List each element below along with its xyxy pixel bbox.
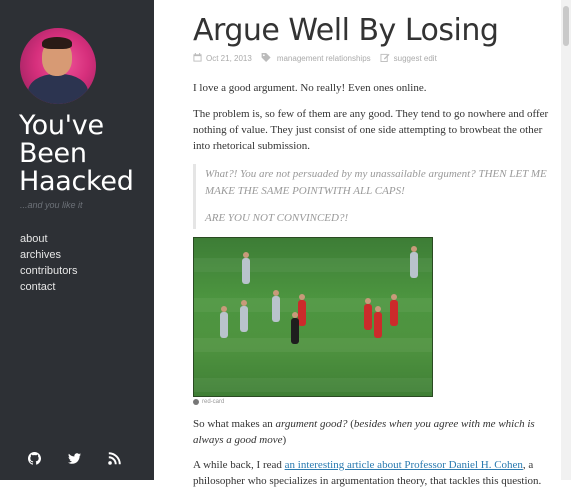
github-icon[interactable] [28, 452, 41, 465]
text-span: So what makes an [193, 418, 276, 430]
cohen-article-link[interactable]: an interesting article about Professor D… [285, 459, 523, 471]
player-figure [390, 294, 398, 326]
post-paragraph-2: The problem is, so few of them are any g… [193, 108, 549, 152]
text-span: A while back, I read [193, 459, 285, 471]
site-tagline: ...and you like it [20, 200, 83, 210]
emphasis-text: argument good? [275, 418, 348, 430]
twitter-icon[interactable] [68, 452, 81, 465]
player-figure [364, 298, 372, 330]
post-paragraph-1: I love a good argument. No really! Even … [193, 82, 427, 94]
post-tags[interactable]: management relationships [277, 54, 371, 63]
image-caption: red-card [193, 399, 561, 405]
player-figure [291, 312, 299, 344]
post-date: Oct 21, 2013 [206, 54, 252, 63]
player-figure [272, 290, 280, 322]
social-links [28, 452, 121, 465]
player-figure [298, 294, 306, 326]
sidebar: You've Been Haacked ...and you like it a… [0, 0, 154, 480]
post-paragraph-3: So what makes an argument good? (besides… [193, 416, 561, 448]
post-content: Argue Well By Losing Oct 21, 2013 manage… [193, 0, 561, 489]
edit-icon [380, 53, 390, 64]
player-figure [242, 252, 250, 284]
scrollbar-thumb[interactable] [563, 6, 569, 46]
creative-commons-icon [193, 399, 199, 405]
suggest-edit-link[interactable]: suggest edit [394, 54, 437, 63]
post-blockquote: What?! You are not persuaded by my unass… [193, 164, 561, 229]
avatar[interactable] [20, 28, 96, 104]
calendar-icon [193, 53, 202, 64]
rss-icon[interactable] [108, 452, 121, 465]
nav-item-contact[interactable]: contact [20, 279, 77, 295]
player-figure [240, 300, 248, 332]
quote-line-1: What?! You are not persuaded by my unass… [205, 168, 547, 197]
text-span: ) [282, 434, 287, 446]
post-paragraph-4: A while back, I read an interesting arti… [193, 457, 561, 489]
site-title[interactable]: You've Been Haacked [19, 112, 149, 196]
quote-line-2: ARE YOU NOT CONVINCED?! [205, 212, 349, 224]
sidebar-nav: about archives contributors contact [20, 231, 77, 295]
tags-icon [261, 53, 273, 64]
player-figure [374, 306, 382, 338]
nav-item-about[interactable]: about [20, 231, 77, 247]
nav-item-archives[interactable]: archives [20, 247, 77, 263]
nav-item-contributors[interactable]: contributors [20, 263, 77, 279]
page-scrollbar[interactable] [561, 0, 571, 480]
post-image[interactable] [193, 237, 433, 397]
image-caption-text[interactable]: red-card [202, 399, 224, 405]
post-meta: Oct 21, 2013 management relationships su… [193, 53, 561, 64]
avatar-body-shape [28, 74, 88, 104]
post-title: Argue Well By Losing [193, 13, 499, 48]
player-figure [220, 306, 228, 338]
player-figure [410, 246, 418, 278]
avatar-hair-shape [42, 37, 72, 49]
